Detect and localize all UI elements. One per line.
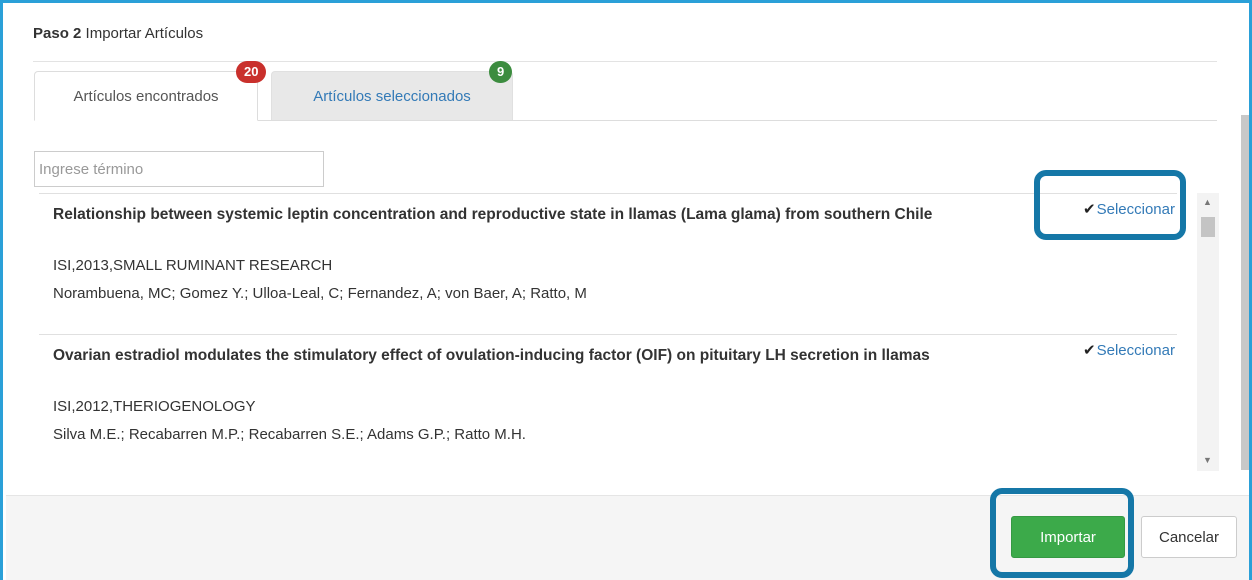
step-title: Importar Artículos [85, 25, 204, 42]
scroll-up-arrow-icon[interactable]: ▲ [1203, 197, 1212, 207]
step-number: Paso 2 [33, 25, 82, 42]
import-button[interactable]: Importar [1011, 516, 1125, 558]
tab-selected-articles[interactable]: Artículos seleccionados [271, 71, 513, 121]
divider [33, 61, 1217, 62]
select-label: Seleccionar [1096, 342, 1175, 359]
tab-found-articles[interactable]: Artículos encontrados [34, 71, 258, 121]
article-source: ISI,2013,SMALL RUMINANT RESEARCH [53, 257, 333, 274]
step-heading: Paso 2 Importar Artículos [33, 25, 203, 42]
article-title: Relationship between systemic leptin con… [53, 206, 933, 223]
selected-count-badge: 9 [489, 61, 513, 83]
select-label: Seleccionar [1096, 201, 1175, 218]
article-item: Relationship between systemic leptin con… [39, 193, 1177, 334]
tab-found-label: Artículos encontrados [73, 88, 219, 105]
checkmark-icon: ✔ [1083, 201, 1096, 218]
tab-selected-label: Artículos seleccionados [313, 88, 471, 105]
article-authors: Norambuena, MC; Gomez Y.; Ulloa-Leal, C;… [53, 285, 587, 302]
cancel-button[interactable]: Cancelar [1141, 516, 1237, 558]
article-item: Ovarian estradiol modulates the stimulat… [39, 334, 1177, 471]
import-articles-panel: Paso 2 Importar Artículos Artículos enco… [0, 0, 1252, 580]
found-count-badge: 20 [236, 61, 267, 83]
article-list: Relationship between systemic leptin con… [39, 193, 1177, 471]
article-authors: Silva M.E.; Recabarren M.P.; Recabarren … [53, 426, 526, 443]
list-scrollbar[interactable]: ▲ ▼ [1197, 193, 1219, 471]
page-scrollbar[interactable] [1241, 115, 1249, 470]
select-article-button[interactable]: ✔Seleccionar [1083, 200, 1175, 218]
scrollbar-thumb[interactable] [1201, 217, 1215, 237]
scroll-down-arrow-icon[interactable]: ▼ [1203, 455, 1212, 465]
article-title: Ovarian estradiol modulates the stimulat… [53, 347, 930, 364]
article-source: ISI,2012,THERIOGENOLOGY [53, 398, 256, 415]
select-article-button[interactable]: ✔Seleccionar [1083, 341, 1175, 359]
dialog-footer: Importar Cancelar [6, 495, 1249, 580]
checkmark-icon: ✔ [1083, 342, 1096, 359]
search-input[interactable] [34, 151, 324, 187]
